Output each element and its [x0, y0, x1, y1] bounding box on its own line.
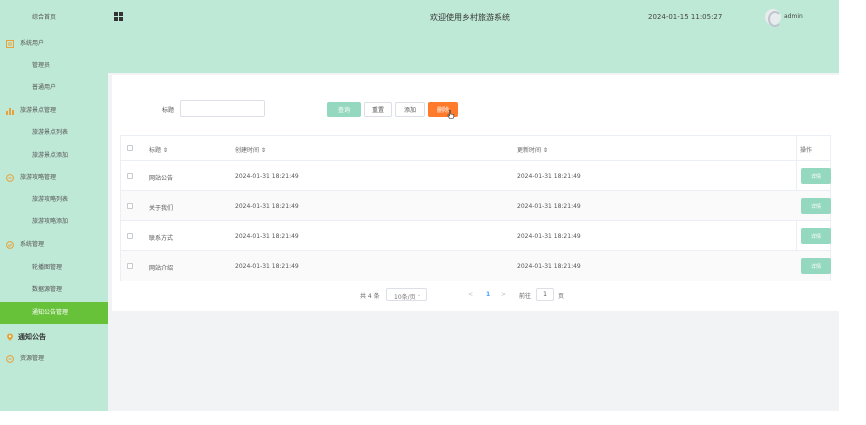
column-title[interactable]: 标题 ⇕ [149, 145, 168, 154]
row-updated: 2024-01-31 18:21:49 [517, 203, 581, 210]
page-size-select[interactable]: 10条/页 ⌄ [386, 288, 427, 301]
title-filter-label: 标题 [162, 107, 175, 114]
column-actions: 操作 [800, 147, 813, 154]
row-checkbox[interactable] [127, 173, 133, 179]
sidebar-item-attraction-list[interactable]: 旅游景点列表 [0, 122, 108, 144]
column-updated[interactable]: 更新时间 ⇕ [517, 145, 548, 154]
sidebar-item-datasource[interactable]: 数据源管理 [0, 279, 108, 301]
row-checkbox[interactable] [127, 263, 133, 269]
current-datetime: 2024-01-15 11:05:27 [648, 13, 723, 21]
row-title: 联系方式 [149, 235, 174, 242]
page-size-value: 10条/页 [394, 294, 416, 301]
sidebar: 综合首页 系统用户 管理员 普通用户 旅游景点管理 旅游景点列表 旅游景点添加 … [0, 0, 108, 411]
reset-button[interactable]: 重置 [364, 102, 392, 117]
column-created[interactable]: 创建时间 ⇕ [235, 145, 266, 154]
table-row[interactable]: 网站公告 2024-01-31 18:21:49 2024-01-31 18:2… [121, 161, 831, 191]
check-circle-icon [6, 241, 14, 249]
page-unit-label: 页 [558, 293, 565, 300]
sidebar-item-notices[interactable]: 通知公告 [0, 326, 108, 348]
row-created: 2024-01-31 18:21:49 [235, 173, 299, 180]
page-number-current[interactable]: 1 [486, 291, 490, 298]
row-created: 2024-01-31 18:21:49 [235, 263, 299, 270]
hand-cursor-icon [447, 110, 455, 119]
detail-button[interactable]: 详情 [801, 258, 831, 274]
row-updated: 2024-01-31 18:21:49 [517, 233, 581, 240]
search-button[interactable]: 查询 [327, 102, 361, 117]
sidebar-item-guide-list[interactable]: 旅游攻略列表 [0, 189, 108, 211]
sidebar-item-system-users[interactable]: 系统用户 [0, 33, 108, 55]
row-checkbox[interactable] [127, 233, 133, 239]
goto-label: 前往 [519, 293, 532, 300]
row-updated: 2024-01-31 18:21:49 [517, 263, 581, 270]
sidebar-item-admins[interactable]: 管理员 [0, 55, 108, 77]
prev-page-button[interactable]: < [468, 291, 473, 298]
table-row[interactable]: 联系方式 2024-01-31 18:21:49 2024-01-31 18:2… [121, 221, 831, 251]
pagination-total: 共 4 条 [360, 293, 380, 300]
sidebar-item-resources[interactable]: 资源管理 [0, 348, 108, 370]
username[interactable]: admin [784, 13, 803, 20]
row-title: 关于我们 [149, 205, 174, 212]
bar-chart-icon [6, 108, 14, 115]
avatar[interactable] [765, 9, 782, 27]
detail-button[interactable]: 详情 [801, 168, 831, 184]
goto-page-input[interactable]: 1 [536, 288, 554, 301]
title-filter-input[interactable] [180, 100, 265, 117]
sidebar-item-guides[interactable]: 旅游攻略管理 [0, 167, 108, 189]
row-title: 网站介绍 [149, 265, 174, 272]
row-title: 网站公告 [149, 175, 174, 182]
table-header: 标题 ⇕ 创建时间 ⇕ 更新时间 ⇕ 操作 [121, 136, 830, 161]
sidebar-item-attraction-add[interactable]: 旅游景点添加 [0, 145, 108, 167]
location-pin-icon [7, 333, 13, 341]
sidebar-item-users[interactable]: 普通用户 [0, 77, 108, 99]
sidebar-item-attractions[interactable]: 旅游景点管理 [0, 100, 108, 122]
add-button[interactable]: 添加 [395, 102, 425, 117]
app-window: 综合首页 系统用户 管理员 普通用户 旅游景点管理 旅游景点列表 旅游景点添加 … [0, 0, 866, 425]
notice-table: 标题 ⇕ 创建时间 ⇕ 更新时间 ⇕ 操作 网站公告 2024-01-31 18… [120, 135, 831, 281]
row-created: 2024-01-31 18:21:49 [235, 203, 299, 210]
top-header [108, 0, 839, 73]
table-row[interactable]: 网站介绍 2024-01-31 18:21:49 2024-01-31 18:2… [121, 251, 831, 281]
select-all-checkbox[interactable] [127, 145, 133, 151]
sidebar-item-home[interactable]: 综合首页 [0, 7, 108, 29]
table-row[interactable]: 关于我们 2024-01-31 18:21:49 2024-01-31 18:2… [121, 191, 831, 221]
menu-toggle-icon[interactable] [114, 12, 123, 21]
chat-icon [6, 174, 14, 182]
chevron-down-icon: ⌄ [416, 292, 421, 298]
user-list-icon [6, 40, 14, 48]
chat-icon [6, 355, 14, 363]
next-page-button[interactable]: > [501, 291, 506, 298]
sidebar-item-guide-add[interactable]: 旅游攻略添加 [0, 211, 108, 233]
sidebar-item-carousel[interactable]: 轮播图管理 [0, 257, 108, 279]
detail-button[interactable]: 详情 [801, 198, 831, 214]
detail-button[interactable]: 详情 [801, 228, 831, 244]
sidebar-item-notice-manage[interactable]: 通知公告管理 [0, 302, 108, 324]
row-updated: 2024-01-31 18:21:49 [517, 173, 581, 180]
sidebar-item-system-manage[interactable]: 系统管理 [0, 234, 108, 256]
row-created: 2024-01-31 18:21:49 [235, 233, 299, 240]
system-title: 欢迎使用乡村旅游系统 [430, 13, 510, 22]
row-checkbox[interactable] [127, 203, 133, 209]
